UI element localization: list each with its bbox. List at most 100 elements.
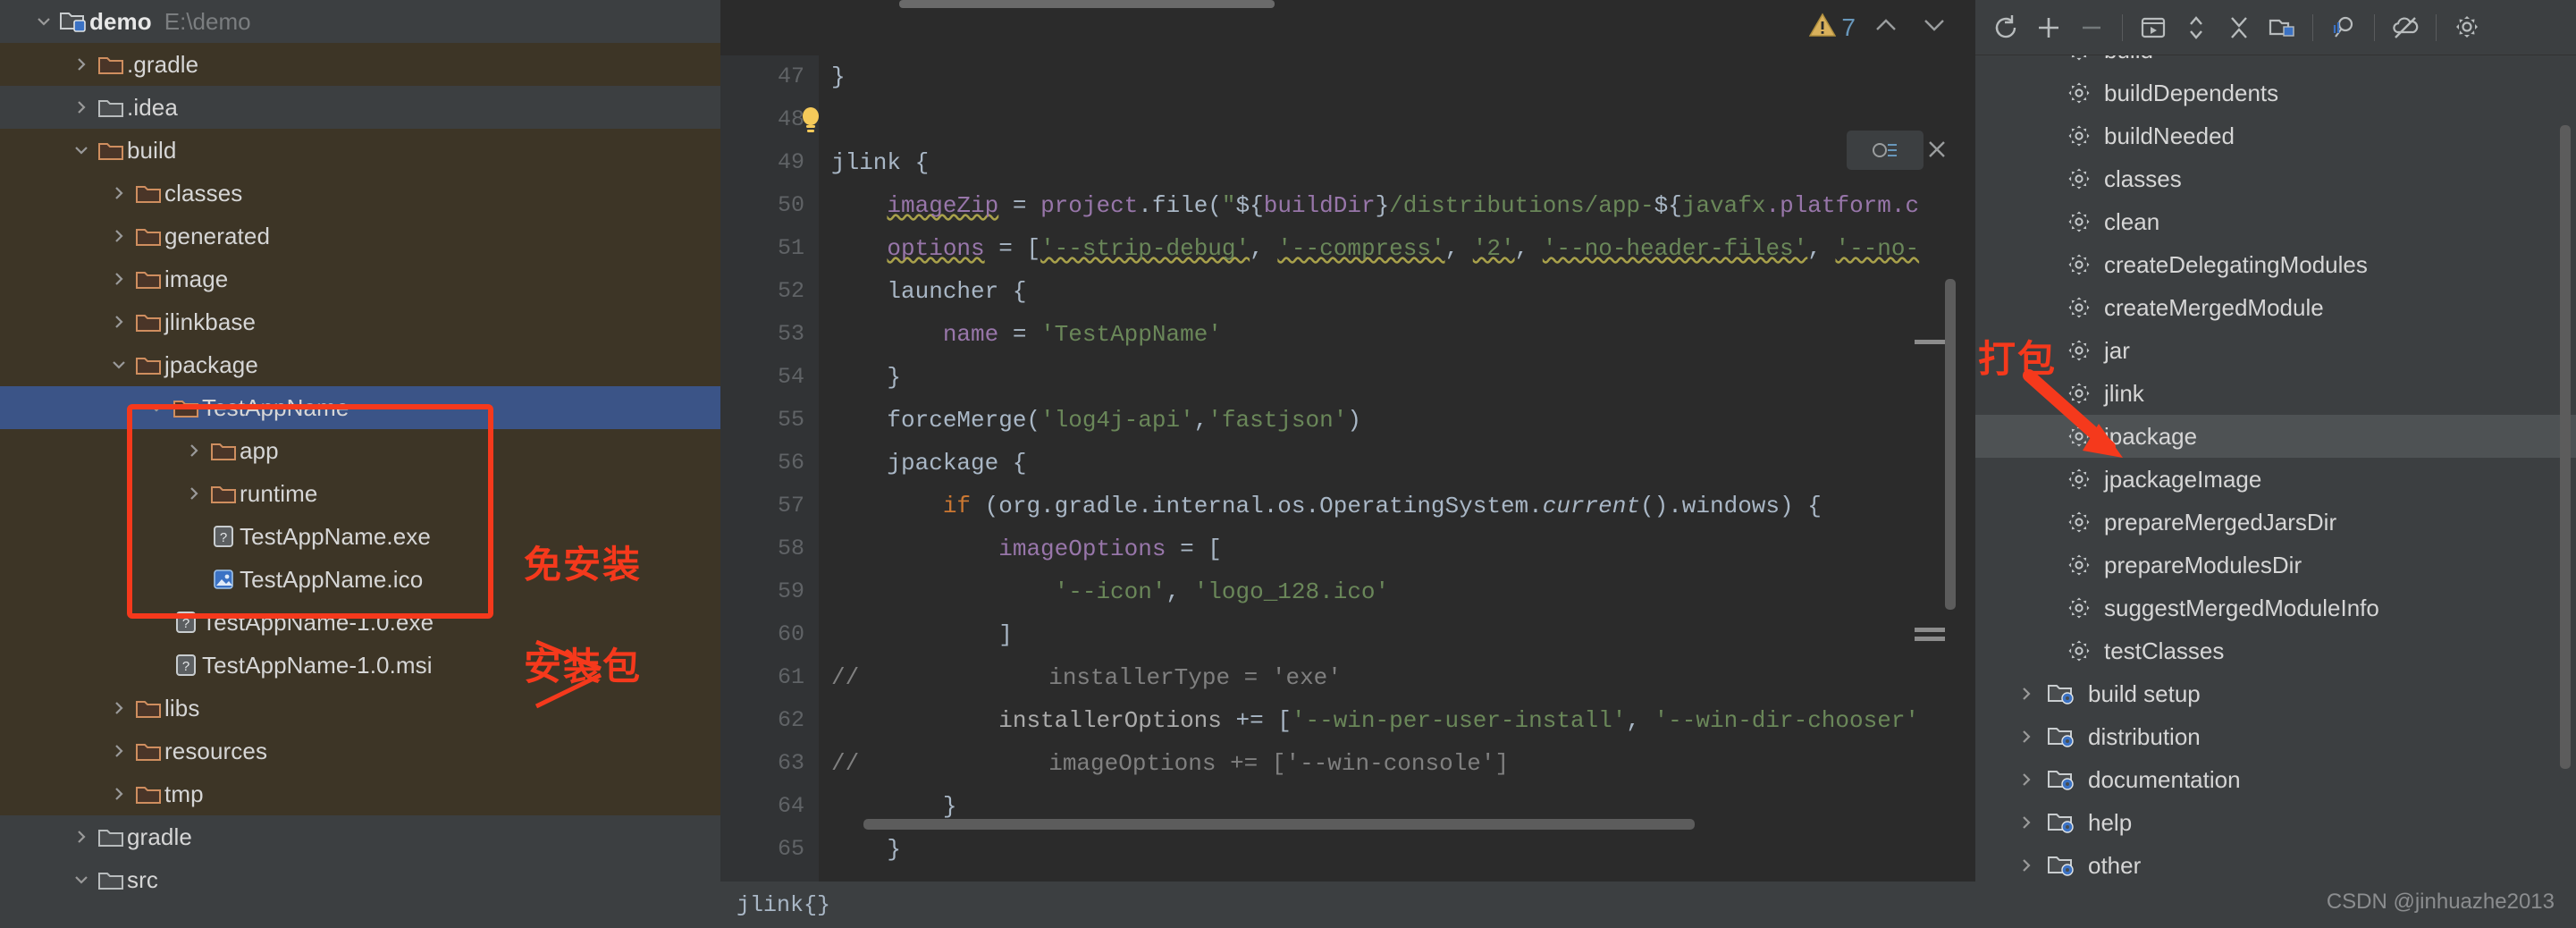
tree-row-testappname-ico[interactable]: TestAppName.ico (0, 558, 720, 601)
editor-horizontal-scrollbar-bottom[interactable] (863, 819, 1695, 830)
code-line[interactable]: imageZip = project.file("${buildDir}/dis… (831, 184, 1975, 227)
show-tasks-icon[interactable] (2262, 8, 2302, 47)
chevron-up-icon[interactable] (1868, 15, 1904, 40)
chevron-down-icon[interactable] (105, 355, 132, 375)
inspection-widget[interactable] (1847, 131, 1924, 170)
code-line[interactable]: } (831, 828, 1975, 871)
gradle-group-other[interactable]: other (1975, 844, 2576, 876)
chevron-right-icon[interactable] (105, 741, 132, 761)
code-line[interactable]: ] (831, 613, 1975, 656)
tree-row-resources[interactable]: resources (0, 730, 720, 772)
tree-row-demo[interactable]: demoE:\demo (0, 0, 720, 43)
gradle-task-clean[interactable]: clean (1975, 200, 2576, 243)
chevron-right-icon[interactable] (68, 55, 95, 74)
chevron-down-icon[interactable] (68, 140, 95, 160)
chevron-right-icon[interactable] (105, 183, 132, 203)
chevron-right-icon[interactable] (2011, 770, 2041, 789)
gradle-task-classes[interactable]: classes (1975, 157, 2576, 200)
gradle-task-buildneeded[interactable]: buildNeeded (1975, 114, 2576, 157)
remove-icon[interactable] (2072, 8, 2111, 47)
code-area[interactable]: 4748495051525354555657585960616263646566… (720, 55, 1975, 882)
tree-row--gradle[interactable]: .gradle (0, 43, 720, 86)
gradle-task-jpackage[interactable]: jpackage (1975, 415, 2576, 458)
lightbulb-icon[interactable] (799, 105, 822, 134)
search-icon[interactable] (2324, 8, 2363, 47)
chevron-right-icon[interactable] (2011, 813, 2041, 832)
gradle-task-list[interactable]: buildbuildDependentsbuildNeededclassescl… (1975, 55, 2576, 876)
warning-indicator[interactable]: 7 (1809, 13, 1856, 42)
gradle-tool-window[interactable]: buildbuildDependentsbuildNeededclassescl… (1975, 0, 2576, 928)
gradle-group-help[interactable]: help (1975, 801, 2576, 844)
chevron-right-icon[interactable] (2011, 684, 2041, 704)
gradle-task-createdelegatingmodules[interactable]: createDelegatingModules (1975, 243, 2576, 286)
gradle-task-testclasses[interactable]: testClasses (1975, 629, 2576, 672)
tree-row-src[interactable]: src (0, 858, 720, 901)
code-line[interactable]: } (831, 55, 1975, 98)
chevron-right-icon[interactable] (105, 269, 132, 289)
tree-row-testappname[interactable]: TestAppName (0, 386, 720, 429)
tree-row-classes[interactable]: classes (0, 172, 720, 215)
code-line[interactable]: name = 'TestAppName' (831, 313, 1975, 356)
code-line[interactable]: installerOptions += ['--win-per-user-ins… (831, 699, 1975, 742)
gradle-toolbar[interactable] (1975, 0, 2576, 55)
chevron-right-icon[interactable] (68, 827, 95, 847)
run-configuration-icon[interactable] (2134, 8, 2173, 47)
tree-row-libs[interactable]: libs (0, 687, 720, 730)
tree-row-jpackage[interactable]: jpackage (0, 343, 720, 386)
close-icon[interactable] (1925, 138, 1949, 167)
gradle-task-preparemergedjarsdir[interactable]: prepareMergedJarsDir (1975, 501, 2576, 544)
code-line[interactable]: launcher { (831, 270, 1975, 313)
code-text[interactable]: }jlink { imageZip = project.file("${buil… (819, 55, 1975, 882)
code-line[interactable]: forceMerge('log4j-api','fastjson') (831, 399, 1975, 442)
editor-horizontal-scrollbar-top[interactable] (899, 0, 1275, 8)
line-number-gutter[interactable]: 4748495051525354555657585960616263646566… (720, 55, 819, 882)
expand-collapse-icon[interactable] (2176, 8, 2216, 47)
code-line[interactable]: jpackage { (831, 442, 1975, 485)
tree-row--idea[interactable]: .idea (0, 86, 720, 129)
refresh-icon[interactable] (1986, 8, 2025, 47)
chevron-right-icon[interactable] (105, 698, 132, 718)
chevron-down-icon[interactable] (143, 398, 170, 418)
chevron-right-icon[interactable] (105, 226, 132, 246)
code-line[interactable]: // installerType = 'exe' (831, 656, 1975, 699)
gradle-vertical-scrollbar[interactable] (2560, 125, 2571, 769)
gradle-task-createmergedmodule[interactable]: createMergedModule (1975, 286, 2576, 329)
settings-icon[interactable] (2447, 8, 2487, 47)
code-line[interactable] (831, 98, 1975, 141)
tree-row-image[interactable]: image (0, 257, 720, 300)
gradle-group-documentation[interactable]: documentation (1975, 758, 2576, 801)
chevron-right-icon[interactable] (2011, 727, 2041, 747)
chevron-right-icon[interactable] (181, 484, 207, 503)
code-line[interactable]: imageOptions = [ (831, 527, 1975, 570)
gradle-group-build-setup[interactable]: build setup (1975, 672, 2576, 715)
tree-row-testappname-1-0-exe[interactable]: ?TestAppName-1.0.exe (0, 601, 720, 644)
offline-mode-icon[interactable] (2386, 8, 2425, 47)
code-line[interactable]: '--icon', 'logo_128.ico' (831, 570, 1975, 613)
add-icon[interactable] (2029, 8, 2068, 47)
code-editor-panel[interactable]: 7 47484950515253545556575859606162636465… (720, 0, 1975, 928)
tree-row-tmp[interactable]: tmp (0, 772, 720, 815)
tree-row-build[interactable]: build (0, 129, 720, 172)
chevron-down-icon[interactable] (30, 12, 57, 31)
chevron-right-icon[interactable] (2011, 856, 2041, 875)
code-line[interactable]: if (org.gradle.internal.os.OperatingSyst… (831, 485, 1975, 527)
gradle-task-preparemodulesdir[interactable]: prepareModulesDir (1975, 544, 2576, 586)
chevron-right-icon[interactable] (68, 97, 95, 117)
tree-row-generated[interactable]: generated (0, 215, 720, 257)
tree-row-gradle[interactable]: gradle (0, 815, 720, 858)
gradle-task-jlink[interactable]: jlink (1975, 372, 2576, 415)
gradle-group-distribution[interactable]: distribution (1975, 715, 2576, 758)
tree-row-app[interactable]: app (0, 429, 720, 472)
code-line[interactable]: } (831, 356, 1975, 399)
chevron-down-icon[interactable] (68, 870, 95, 890)
gradle-task-suggestmergedmoduleinfo[interactable]: suggestMergedModuleInfo (1975, 586, 2576, 629)
chevron-right-icon[interactable] (105, 312, 132, 332)
tree-row-testappname-exe[interactable]: ?TestAppName.exe (0, 515, 720, 558)
code-line[interactable]: // imageOptions += ['--win-console'] (831, 742, 1975, 785)
gradle-task-builddependents[interactable]: buildDependents (1975, 72, 2576, 114)
collapse-all-icon[interactable] (2219, 8, 2259, 47)
chevron-right-icon[interactable] (181, 441, 207, 460)
tree-row-jlinkbase[interactable]: jlinkbase (0, 300, 720, 343)
project-tree-panel[interactable]: demoE:\demo.gradle.ideabuildclassesgener… (0, 0, 720, 928)
gradle-task-jar[interactable]: jar (1975, 329, 2576, 372)
